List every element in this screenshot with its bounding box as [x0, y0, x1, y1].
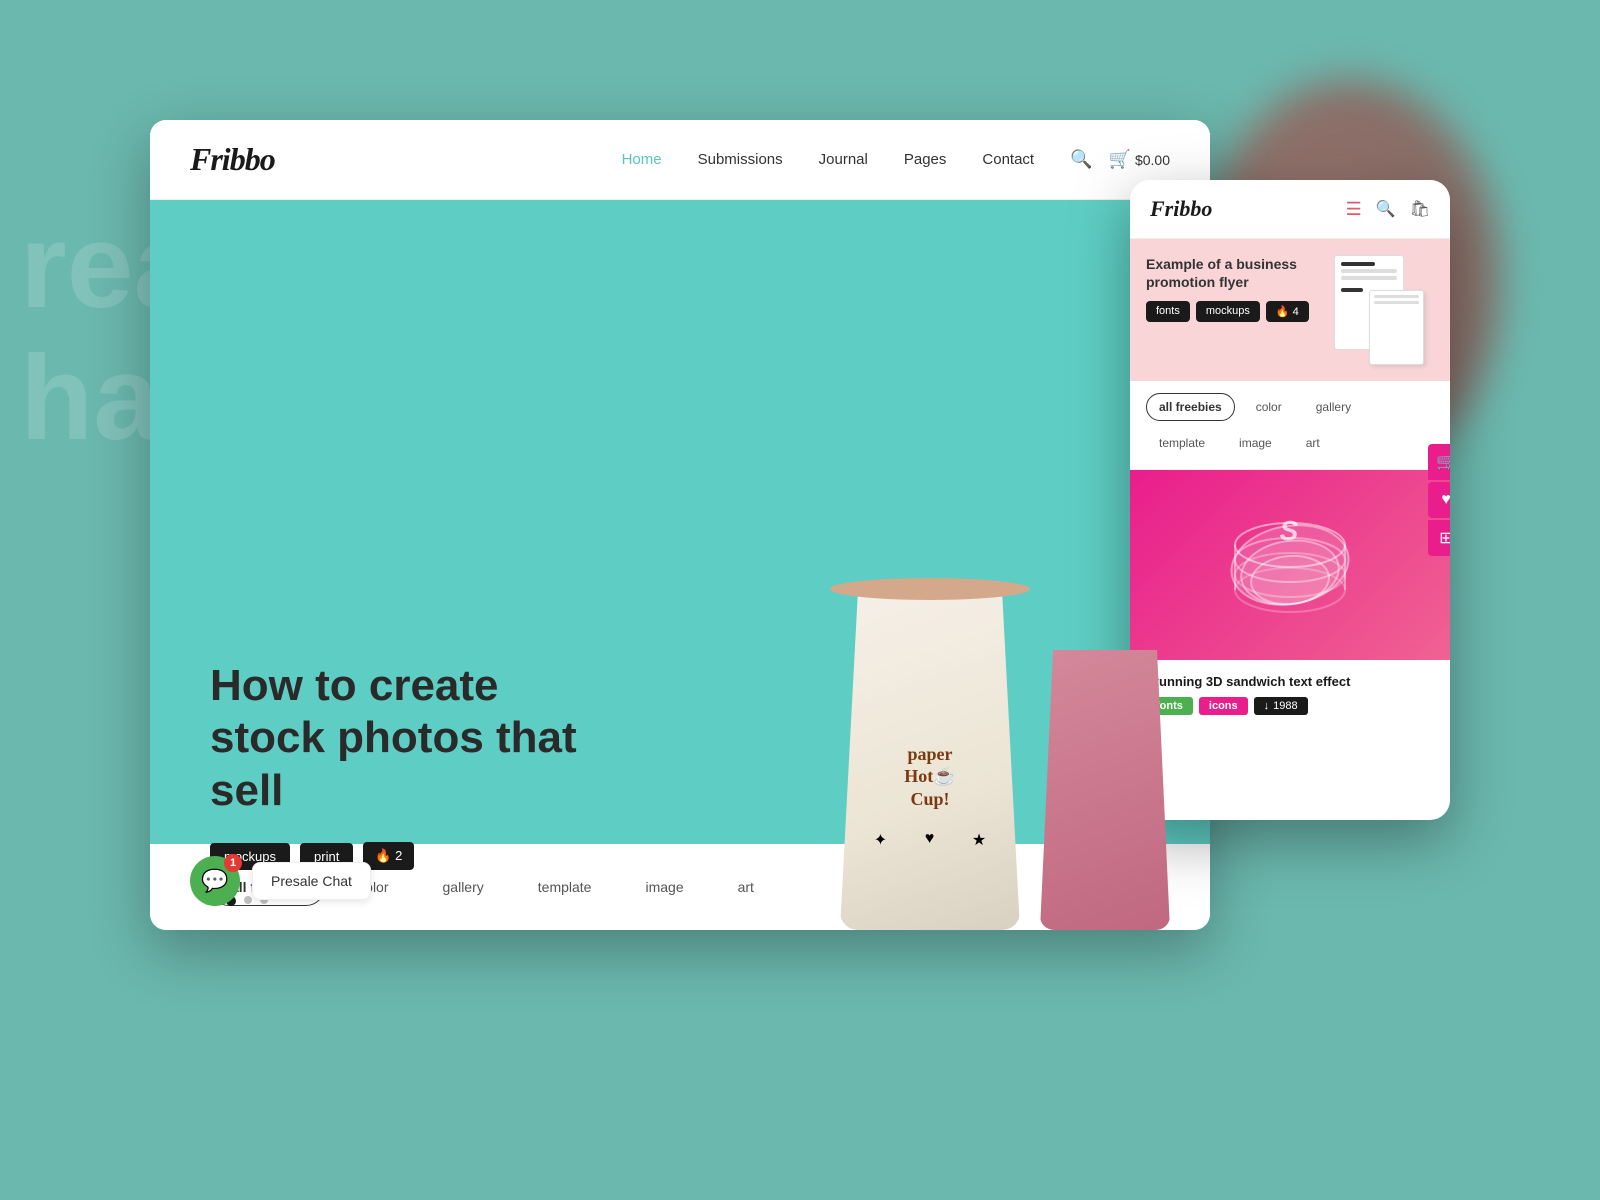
mobile-filter-gallery[interactable]: gallery	[1303, 393, 1364, 421]
mobile-filter-all[interactable]: all freebies	[1146, 393, 1235, 421]
mobile-filter-art[interactable]: art	[1293, 429, 1333, 457]
desktop-logo: Fribbo	[190, 141, 275, 178]
cup-main: paperHot☕Cup! ✦♥★	[830, 550, 1030, 930]
desktop-nav-links: Home Submissions Journal Pages Contact	[622, 151, 1035, 169]
mobile-hero-text: Example of a business promotion flyer fo…	[1146, 255, 1312, 365]
menu-icon[interactable]: ☰	[1346, 199, 1362, 220]
mobile-sidebar-cart[interactable]: 🛒	[1428, 444, 1450, 480]
cart-icon: 🛒	[1109, 149, 1131, 170]
cup-text: paperHot☕Cup!	[855, 743, 1005, 811]
3d-effect-illustration: S	[1220, 505, 1360, 625]
flyer-line-4	[1341, 288, 1363, 292]
flyer-line-2	[1341, 269, 1397, 273]
filter-image[interactable]: image	[624, 868, 704, 906]
mobile-sidebar-view[interactable]: ⊞	[1428, 520, 1450, 556]
3d-sandwich-svg	[1220, 505, 1360, 625]
flyer-second	[1369, 290, 1424, 365]
mobile-card-image: S	[1130, 470, 1450, 660]
mobile-window: Fribbo ☰ 🔍 🛍 Example of a business promo…	[1130, 180, 1450, 820]
tag-fire[interactable]: 🔥 2	[363, 842, 414, 870]
mobile-nav-icons: ☰ 🔍 🛍	[1346, 199, 1430, 220]
cup-decorations: ✦♥★	[855, 830, 1005, 850]
mobile-search-icon[interactable]: 🔍	[1376, 199, 1396, 219]
mobile-tag-fire[interactable]: 🔥 4	[1266, 301, 1309, 322]
flyer-mockup	[1334, 255, 1424, 365]
cart-price: $0.00	[1135, 152, 1170, 168]
mobile-hero-card: Example of a business promotion flyer fo…	[1130, 239, 1450, 381]
mobile-card: S Stunning 3D sandwich te	[1130, 470, 1450, 820]
mobile-filter-template[interactable]: template	[1146, 429, 1218, 457]
mobile-card-tag-icons[interactable]: icons	[1199, 697, 1248, 715]
flyer-line-3	[1341, 276, 1397, 280]
mobile-sidebar: 🛒 ♥ ⊞	[1428, 444, 1450, 556]
mobile-card-tag-downloads[interactable]: ↓ 1988	[1254, 697, 1308, 715]
mobile-nav: Fribbo ☰ 🔍 🛍	[1130, 180, 1450, 239]
mobile-hero-tags: fonts mockups 🔥 4	[1146, 301, 1312, 322]
chat-icon: 💬	[201, 868, 228, 894]
filter-template[interactable]: template	[517, 868, 613, 906]
hero-cup-image: paperHot☕Cup! ✦♥★	[790, 450, 1150, 930]
mobile-sidebar-fav[interactable]: ♥	[1428, 482, 1450, 518]
chat-button[interactable]: 💬 1	[190, 856, 240, 906]
download-icon: ↓	[1264, 700, 1270, 712]
mobile-hero-image	[1324, 255, 1434, 365]
mobile-tag-fonts[interactable]: fonts	[1146, 301, 1190, 322]
cart-button[interactable]: 🛒 $0.00	[1109, 149, 1170, 170]
download-count: 1988	[1273, 700, 1297, 712]
hero-title: How to create stock photos that sell	[210, 660, 610, 818]
mobile-card-info: Stunning 3D sandwich text effect fonts i…	[1130, 660, 1450, 725]
mobile-filter-color[interactable]: color	[1243, 393, 1295, 421]
hero-section: How to create stock photos that sell moc…	[150, 200, 1210, 930]
scene-container: Fribbo Home Submissions Journal Pages Co…	[150, 120, 1450, 1080]
flyer-line-5	[1374, 295, 1419, 298]
mobile-card-tags: fonts icons ↓ 1988	[1146, 697, 1434, 715]
nav-link-journal[interactable]: Journal	[819, 151, 868, 168]
mobile-logo: Fribbo	[1150, 196, 1346, 222]
desktop-window: Fribbo Home Submissions Journal Pages Co…	[150, 120, 1210, 930]
chat-widget: 💬 1 Presale Chat	[190, 856, 371, 906]
mobile-card-title: Stunning 3D sandwich text effect	[1146, 674, 1434, 689]
nav-link-home[interactable]: Home	[622, 151, 662, 168]
desktop-nav: Fribbo Home Submissions Journal Pages Co…	[150, 120, 1210, 200]
mobile-tag-mockups[interactable]: mockups	[1196, 301, 1260, 322]
hero-content: How to create stock photos that sell moc…	[210, 660, 610, 870]
chat-badge: 1	[224, 854, 242, 872]
filter-art[interactable]: art	[717, 868, 775, 906]
mobile-filter-image[interactable]: image	[1226, 429, 1285, 457]
mobile-filters: all freebies color gallery template imag…	[1130, 381, 1450, 470]
mobile-hero-title: Example of a business promotion flyer	[1146, 255, 1312, 291]
mobile-cart-icon[interactable]: 🛍	[1410, 199, 1430, 219]
chat-label[interactable]: Presale Chat	[252, 862, 371, 900]
search-icon[interactable]: 🔍	[1070, 149, 1092, 170]
nav-icons: 🔍 🛒 $0.00	[1070, 149, 1170, 170]
filter-gallery[interactable]: gallery	[422, 868, 505, 906]
nav-link-contact[interactable]: Contact	[982, 151, 1034, 168]
flyer-line-1	[1341, 262, 1375, 266]
nav-link-submissions[interactable]: Submissions	[698, 151, 783, 168]
nav-link-pages[interactable]: Pages	[904, 151, 947, 168]
cup-back	[1040, 650, 1170, 930]
cup-lid	[830, 578, 1030, 600]
flyer-line-6	[1374, 301, 1419, 304]
